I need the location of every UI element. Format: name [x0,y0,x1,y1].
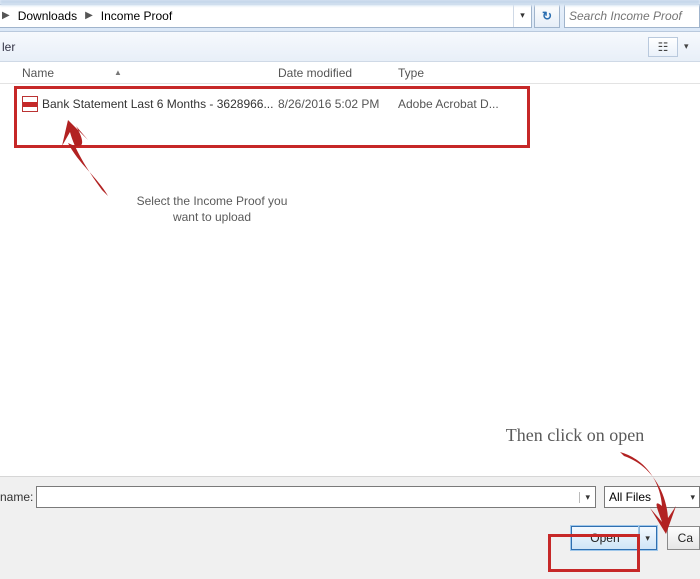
open-split-dropdown[interactable]: ▾ [639,526,657,550]
column-date[interactable]: Date modified [278,66,398,80]
file-type: Adobe Acrobat D... [398,97,518,111]
chevron-down-icon: ▾ [681,492,695,503]
address-dropdown[interactable]: ▾ [513,5,531,27]
sort-ascending-icon: ▲ [114,68,122,77]
file-name: Bank Statement Last 6 Months - 3628966..… [42,97,278,111]
column-type[interactable]: Type [398,66,518,80]
refresh-icon: ↻ [542,9,552,23]
list-view-icon: ☷ [658,40,669,54]
file-type-filter[interactable]: All Files ▾ [604,486,700,508]
pdf-icon [22,96,38,112]
annotation-text-select: Select the Income Proof you want to uplo… [82,194,342,225]
search-input[interactable] [564,4,700,28]
toolbar: ler ☷ ▾ [0,32,700,62]
annotation-text-open: Then click on open [470,424,680,447]
file-row[interactable]: Bank Statement Last 6 Months - 3628966..… [22,94,518,114]
filename-label: name: [0,490,36,504]
breadcrumb[interactable]: ▶ Downloads ▶ Income Proof ▾ [0,4,532,28]
filename-field[interactable] [37,490,579,504]
chevron-right-icon: ▶ [83,10,95,21]
file-list: Bank Statement Last 6 Months - 3628966..… [0,84,700,476]
breadcrumb-income-proof[interactable]: Income Proof [95,5,178,27]
toolbar-fragment: ler [0,40,15,54]
filename-input[interactable]: ▾ [36,486,596,508]
view-options-button[interactable]: ☷ [648,37,678,57]
bottom-panel: name: ▾ All Files ▾ Open ▾ Ca [0,476,700,579]
open-button[interactable]: Open [571,526,638,550]
column-headers: Name ▲ Date modified Type [0,62,700,84]
view-dropdown[interactable]: ▾ [684,41,694,52]
column-name[interactable]: Name ▲ [22,66,278,80]
breadcrumb-downloads[interactable]: Downloads [12,5,83,27]
file-date: 8/26/2016 5:02 PM [278,97,398,111]
cancel-button[interactable]: Ca [667,526,700,550]
search-field[interactable] [569,9,695,23]
filename-dropdown[interactable]: ▾ [579,492,595,503]
refresh-button[interactable]: ↻ [534,4,560,28]
chevron-right-icon: ▶ [0,10,12,21]
